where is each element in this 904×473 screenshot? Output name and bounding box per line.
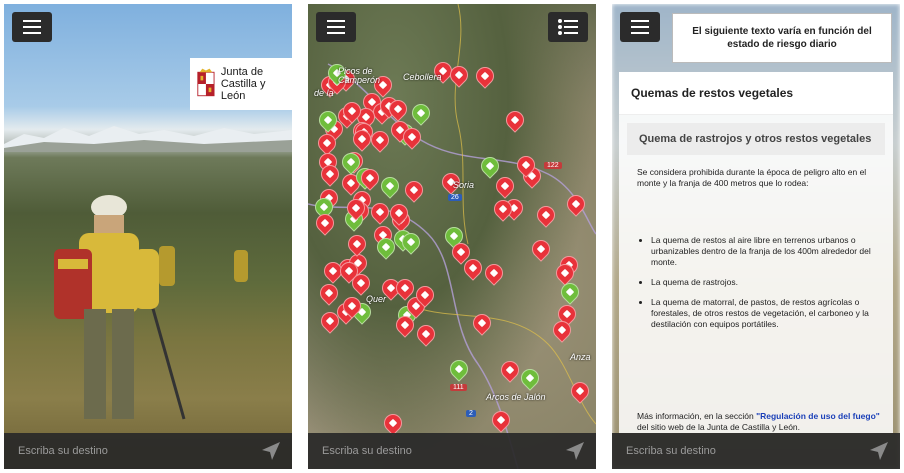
snowy-mountains xyxy=(4,126,292,152)
map-label: Anza xyxy=(570,352,591,362)
more-info: Más información, en la sección "Regulaci… xyxy=(637,411,883,433)
map-label: Soria xyxy=(453,180,475,190)
destination-bar xyxy=(612,433,900,469)
road-badge: 26 xyxy=(448,194,462,201)
map-label: Cebollera xyxy=(403,72,442,82)
hamburger-icon xyxy=(327,20,345,22)
prohibitions-list: La quema de restos al aire libre en terr… xyxy=(651,235,879,330)
list-item: La quema de matorral, de pastos, de rest… xyxy=(651,297,879,330)
navigation-arrow-icon[interactable] xyxy=(564,440,586,462)
hamburger-icon xyxy=(23,20,41,22)
junta-logo-card: Junta de Castilla y León xyxy=(190,58,292,110)
menu-button[interactable] xyxy=(12,12,52,42)
navigation-arrow-icon[interactable] xyxy=(260,440,282,462)
list-item: La quema de rastrojos. xyxy=(651,277,879,288)
distant-firefighter xyxy=(159,246,175,286)
destination-input[interactable] xyxy=(18,445,218,457)
menu-button[interactable] xyxy=(620,12,660,42)
panel-title: Quemas de restos vegetales xyxy=(619,72,893,115)
distant-firefighter xyxy=(234,250,248,282)
map-label: de la xyxy=(314,88,334,98)
list-item: La quema de restos al aire libre en terr… xyxy=(651,235,879,268)
info-panel: Quemas de restos vegetales Quema de rast… xyxy=(619,72,893,433)
hamburger-icon xyxy=(631,20,649,22)
regulation-link[interactable]: "Regulación de uso del fuego" xyxy=(756,411,880,421)
navigation-arrow-icon[interactable] xyxy=(868,440,890,462)
brand-name: Junta de Castilla y León xyxy=(221,66,286,102)
panel-subtitle[interactable]: Quema de rastrojos y otros restos vegeta… xyxy=(627,123,885,155)
road-badge: 122 xyxy=(544,162,562,169)
more-info-suffix: del sitio web de la Junta de Castilla y … xyxy=(637,422,801,432)
brand-line-1: Junta de xyxy=(220,66,264,78)
legend-button[interactable] xyxy=(548,12,588,42)
destination-bar xyxy=(4,433,292,469)
map-label: Quer xyxy=(366,294,387,304)
destination-input[interactable] xyxy=(322,445,522,457)
info-screen: El siguiente texto varía en función del … xyxy=(612,4,900,469)
list-icon xyxy=(558,19,578,35)
brand-line-2: Castilla y León xyxy=(220,78,266,102)
intro-text: Se considera prohibida durante la época … xyxy=(637,167,867,188)
firefighter-figure xyxy=(54,195,186,420)
road-badge: 111 xyxy=(450,384,467,391)
map-label: Arcos de Jalón xyxy=(486,392,546,402)
risk-notice: El siguiente texto varía en función del … xyxy=(672,13,892,63)
more-info-prefix: Más información, en la sección xyxy=(637,411,757,421)
destination-bar xyxy=(308,433,596,469)
panel-body: Se considera prohibida durante la época … xyxy=(619,155,893,330)
destination-input[interactable] xyxy=(626,445,826,457)
menu-button[interactable] xyxy=(316,12,356,42)
coat-of-arms-icon xyxy=(197,68,215,97)
road-badge: 2 xyxy=(466,410,476,417)
map-label: Camperón xyxy=(338,75,381,85)
map-screen: Picos de Camperón Cebollera de la Soria … xyxy=(308,4,596,469)
splash-screen: Junta de Castilla y León xyxy=(4,4,292,469)
